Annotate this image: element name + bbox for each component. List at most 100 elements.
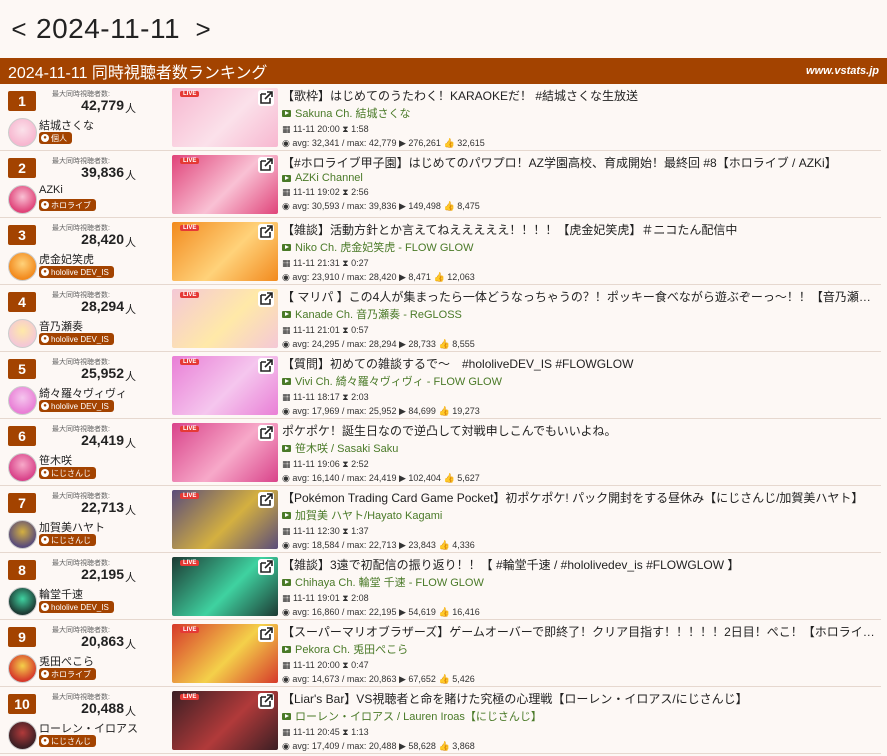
ranking-header: 2024-11-11 同時視聴者数ランキング www.vstats.jp — [0, 58, 887, 84]
stream-title[interactable]: 【Pokémon Trading Card Game Pocket】初ポケポケ!… — [282, 489, 881, 505]
agency-badge: ● hololive DEV_IS — [39, 400, 114, 412]
stream-thumbnail[interactable]: LIVE — [172, 557, 278, 616]
stream-thumbnail[interactable]: LIVE — [172, 289, 278, 348]
channel-link[interactable]: 加賀美 ハヤト/Hayato Kagami — [282, 507, 881, 523]
channel-name[interactable]: Pekora Ch. 兎田ぺこら — [295, 641, 408, 657]
channel-name[interactable]: ローレン・イロアス / Lauren Iroas【にじさんじ】 — [295, 708, 542, 724]
stream-thumbnail[interactable]: LIVE — [172, 624, 278, 683]
avatar[interactable] — [8, 118, 37, 147]
streamer-name[interactable]: 笹木咲 — [39, 452, 72, 468]
avatar[interactable] — [8, 319, 37, 348]
stream-title[interactable]: 【質問】初めての雑談するで～ #hololiveDEV_IS #FLOWGLOW — [282, 355, 881, 371]
view-count: 28,733 — [408, 339, 436, 349]
streamer-name[interactable]: 音乃瀬奏 — [39, 318, 83, 334]
avatar[interactable] — [8, 520, 37, 549]
external-link-icon[interactable] — [258, 425, 274, 441]
channel-name[interactable]: Chihaya Ch. 輪堂 千速 - FLOW GLOW — [295, 574, 484, 590]
stream-title[interactable]: 【歌枠】はじめてのうたわく！KARAOKEだ！ #結城さくな生放送 — [282, 87, 881, 103]
prev-date-icon[interactable]: < — [6, 14, 32, 45]
hourglass-icon: ⧗ — [342, 727, 349, 737]
like-icon: 👍 — [438, 607, 450, 617]
channel-name[interactable]: AZKi Channel — [295, 172, 363, 184]
avatar[interactable] — [8, 587, 37, 616]
streamer-name[interactable]: ローレン・イロアス — [39, 720, 138, 736]
channel-name[interactable]: 笹木咲 / Sasaki Saku — [295, 440, 398, 456]
stream-title[interactable]: 【Liar's Bar】VS視聴者と命を賭けた究極の心理戦【ローレン・イロアス/… — [282, 690, 881, 706]
stream-title[interactable]: ポケポケ！誕生日なので逆凸して対戦申しこんでもいいよね。 — [282, 422, 881, 438]
external-link-icon[interactable] — [258, 358, 274, 374]
stream-title[interactable]: 【雑談】活動方針とか言えてねえええええ！！！！【虎金妃笑虎】＃ニコたん配信中 — [282, 221, 881, 237]
channel-link[interactable]: Niko Ch. 虎金妃笑虎 - FLOW GLOW — [282, 239, 881, 255]
stream-title[interactable]: 【 マリパ 】この4人が集まったら一体どうなっちゃうの？！ポッキー食べながら遊ぶ… — [282, 288, 881, 304]
calendar-icon: ▦ — [282, 325, 291, 335]
live-badge: LIVE — [180, 292, 200, 298]
streamer-name[interactable]: AZKi — [39, 184, 63, 196]
live-badge: LIVE — [180, 225, 200, 231]
agency-icon: ● — [41, 268, 49, 276]
avatar[interactable] — [8, 453, 37, 482]
site-name[interactable]: www.vstats.jp — [806, 65, 879, 77]
play-icon: ▶ — [398, 741, 406, 751]
youtube-icon — [282, 377, 291, 385]
agency-label: 個人 — [51, 133, 67, 143]
stream-thumbnail[interactable]: LIVE — [172, 88, 278, 147]
channel-link[interactable]: Pekora Ch. 兎田ぺこら — [282, 641, 881, 657]
channel-link[interactable]: 笹木咲 / Sasaki Saku — [282, 440, 881, 456]
stream-title[interactable]: 【雑談】3遠で初配信の振り返り！！【 #輪堂千速 / #hololivedev_… — [282, 556, 881, 572]
channel-name[interactable]: Niko Ch. 虎金妃笑虎 - FLOW GLOW — [295, 239, 473, 255]
channel-name[interactable]: 加賀美 ハヤト/Hayato Kagami — [295, 507, 442, 523]
external-link-icon[interactable] — [258, 90, 274, 106]
stream-time-row: ▦ 11-11 18:17 ⧗ 2:03 — [282, 392, 881, 403]
avatar[interactable] — [8, 721, 37, 750]
stream-info: 【スーパーマリオブラザーズ】ゲームオーバーで即終了！クリア目指す！！！！！2日目… — [278, 620, 881, 686]
channel-name[interactable]: Kanade Ch. 音乃瀬奏 - ReGLOSS — [295, 306, 462, 322]
streamer-name[interactable]: 加賀美ハヤト — [39, 519, 105, 535]
play-icon: ▶ — [398, 138, 406, 148]
start-time: 11-11 20:45 — [293, 727, 340, 737]
channel-link[interactable]: Sakuna Ch. 結城さくな — [282, 105, 881, 121]
channel-link[interactable]: Kanade Ch. 音乃瀬奏 - ReGLOSS — [282, 306, 881, 322]
external-link-icon[interactable] — [258, 291, 274, 307]
max-viewers-value: 20,863 — [81, 633, 124, 649]
stream-thumbnail[interactable]: LIVE — [172, 423, 278, 482]
like-count: 16,416 — [452, 607, 480, 617]
streamer-name[interactable]: 結城さくな — [39, 117, 94, 133]
streamer-name[interactable]: 輪堂千速 — [39, 586, 83, 602]
stream-thumbnail[interactable]: LIVE — [172, 490, 278, 549]
channel-link[interactable]: Vivi Ch. 綺々羅々ヴィヴィ - FLOW GLOW — [282, 373, 881, 389]
streamer-name[interactable]: 虎金妃笑虎 — [39, 251, 94, 267]
channel-link[interactable]: AZKi Channel — [282, 172, 881, 184]
duration: 0:27 — [351, 258, 369, 268]
external-link-icon[interactable] — [258, 157, 274, 173]
stream-thumbnail[interactable]: LIVE — [172, 691, 278, 750]
avatar[interactable] — [8, 654, 37, 683]
channel-link[interactable]: ローレン・イロアス / Lauren Iroas【にじさんじ】 — [282, 708, 881, 724]
stream-thumbnail[interactable]: LIVE — [172, 222, 278, 281]
stream-title[interactable]: 【スーパーマリオブラザーズ】ゲームオーバーで即終了！クリア目指す！！！！！2日目… — [282, 623, 881, 639]
streamer-panel: 8 最大同時視聴者数: 22,195 人 輪堂千速 ● hololive DEV… — [0, 553, 172, 619]
stream-info: 【Pokémon Trading Card Game Pocket】初ポケポケ!… — [278, 486, 881, 552]
streamer-name[interactable]: 綺々羅々ヴィヴィ — [39, 385, 127, 401]
channel-link[interactable]: Chihaya Ch. 輪堂 千速 - FLOW GLOW — [282, 574, 881, 590]
avatar[interactable] — [8, 185, 37, 214]
calendar-icon: ▦ — [282, 727, 291, 737]
external-link-icon[interactable] — [258, 693, 274, 709]
external-link-icon[interactable] — [258, 626, 274, 642]
stream-thumbnail[interactable]: LIVE — [172, 356, 278, 415]
external-link-icon[interactable] — [258, 492, 274, 508]
avatar[interactable] — [8, 252, 37, 281]
stream-title[interactable]: 【#ホロライブ甲子園】はじめてのパワプロ！AZ学園高校、育成開始！最終回 #8【… — [282, 154, 881, 170]
stream-thumbnail[interactable]: LIVE — [172, 155, 278, 214]
next-date-icon[interactable]: > — [190, 14, 216, 45]
external-link-icon[interactable] — [258, 224, 274, 240]
hourglass-icon: ⧗ — [342, 593, 349, 603]
channel-name[interactable]: Vivi Ch. 綺々羅々ヴィヴィ - FLOW GLOW — [295, 373, 502, 389]
youtube-icon — [282, 243, 291, 251]
max-viewers-value: 20,488 — [81, 700, 124, 716]
avatar[interactable] — [8, 386, 37, 415]
channel-name[interactable]: Sakuna Ch. 結城さくな — [295, 105, 411, 121]
like-count: 19,273 — [452, 406, 480, 416]
duration: 0:47 — [351, 660, 369, 670]
external-link-icon[interactable] — [258, 559, 274, 575]
streamer-name[interactable]: 兎田ぺこら — [39, 653, 94, 669]
